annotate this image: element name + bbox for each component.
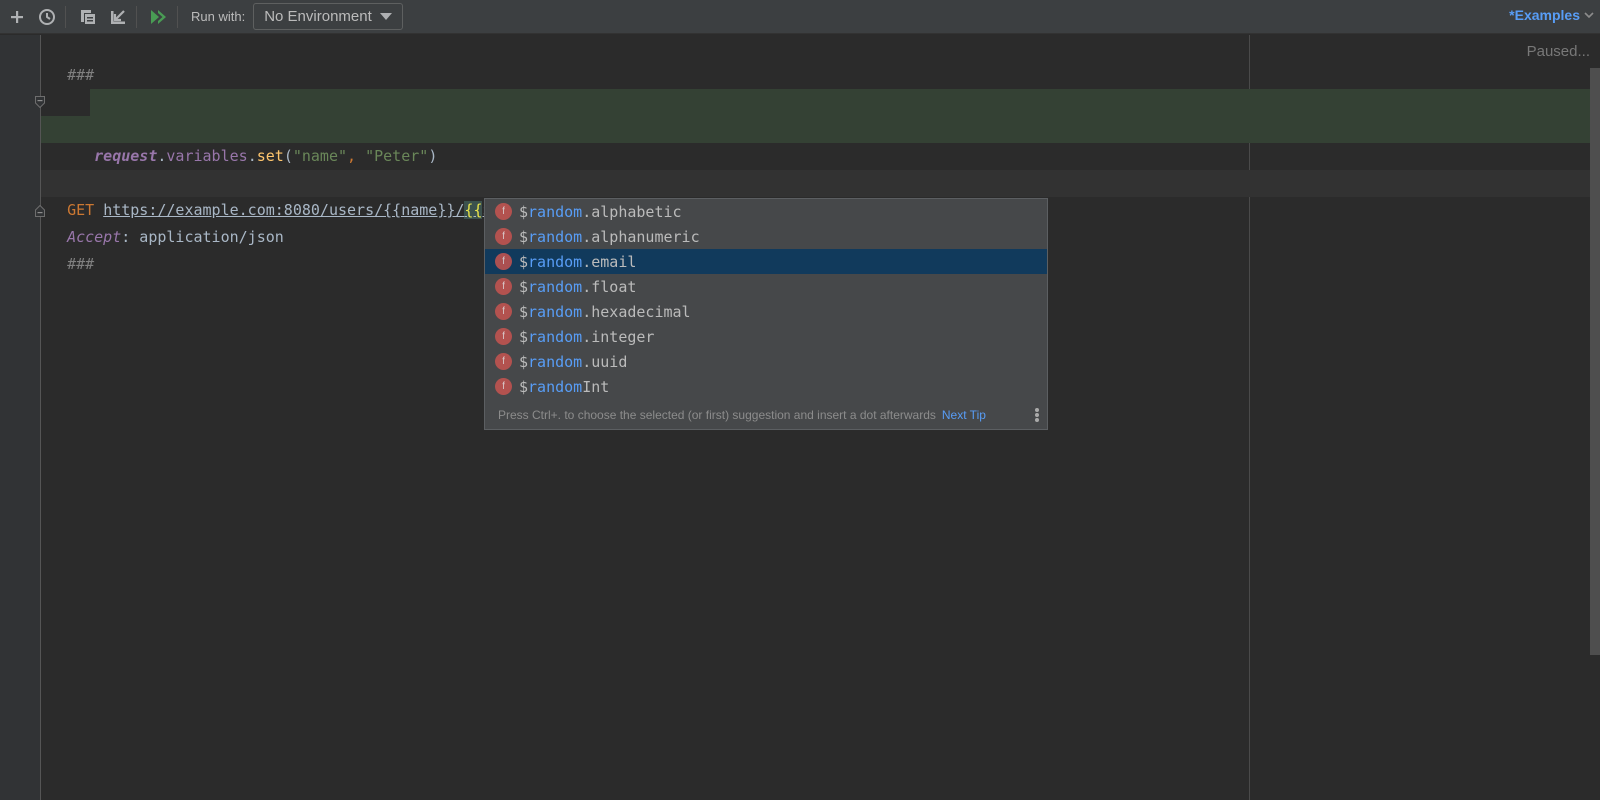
function-icon: f bbox=[495, 353, 512, 370]
fold-end-icon[interactable] bbox=[35, 205, 45, 217]
chevron-down-icon bbox=[1584, 12, 1594, 19]
completion-footer: Press Ctrl+. to choose the selected (or … bbox=[485, 401, 1047, 429]
completion-suffix: .uuid bbox=[582, 352, 628, 371]
completion-match: random bbox=[528, 277, 583, 296]
completion-item[interactable]: f $random.uuid bbox=[485, 349, 1047, 374]
completion-prefix: $ bbox=[519, 202, 529, 221]
completion-prefix: $ bbox=[519, 352, 529, 371]
editor-gutter[interactable] bbox=[0, 35, 41, 800]
completion-item-label: $random.alphabetic bbox=[519, 203, 682, 221]
environment-selected-value: No Environment bbox=[264, 8, 372, 25]
completion-item[interactable]: f $random.alphabetic bbox=[485, 199, 1047, 224]
completion-item-selected[interactable]: f $random.email bbox=[485, 249, 1047, 274]
copy-icon bbox=[81, 9, 95, 24]
toolbar-separator bbox=[136, 5, 137, 28]
completion-prefix: $ bbox=[519, 302, 529, 321]
completion-match: random bbox=[528, 352, 583, 371]
kebab-dot-icon bbox=[1035, 418, 1039, 422]
completion-match: random bbox=[528, 302, 583, 321]
completion-match: random bbox=[528, 377, 583, 396]
file-selector[interactable]: *Examples bbox=[1509, 7, 1594, 23]
vertical-scrollbar[interactable] bbox=[1590, 68, 1600, 655]
toolbar-separator bbox=[177, 5, 178, 28]
import-button[interactable] bbox=[105, 4, 131, 30]
environment-select[interactable]: No Environment bbox=[253, 3, 404, 30]
function-icon: f bbox=[495, 328, 512, 345]
more-options-button[interactable] bbox=[1035, 408, 1039, 422]
fold-collapse-icon[interactable] bbox=[35, 96, 45, 108]
history-button[interactable] bbox=[34, 4, 60, 30]
function-icon: f bbox=[495, 278, 512, 295]
completion-item[interactable]: f $random.integer bbox=[485, 324, 1047, 349]
completion-prefix: $ bbox=[519, 377, 529, 396]
add-request-button[interactable] bbox=[4, 4, 30, 30]
function-icon: f bbox=[495, 378, 512, 395]
toolbar: Run with: No Environment *Examples bbox=[0, 0, 1600, 34]
completion-prefix: $ bbox=[519, 227, 529, 246]
function-icon: f bbox=[495, 228, 512, 245]
function-icon: f bbox=[495, 203, 512, 220]
toolbar-separator bbox=[65, 5, 66, 28]
convert-button[interactable] bbox=[75, 4, 101, 30]
file-title: *Examples bbox=[1509, 7, 1580, 23]
import-icon bbox=[111, 9, 125, 24]
completion-item-label: $random.hexadecimal bbox=[519, 303, 691, 321]
code-line[interactable]: request.variables.set("name", "Peter") bbox=[41, 116, 1590, 165]
completion-suffix: .float bbox=[582, 277, 637, 296]
completion-item[interactable]: f $random.hexadecimal bbox=[485, 299, 1047, 324]
code-line-current[interactable]: GET https://example.com:8080/users/{{nam… bbox=[41, 170, 1590, 219]
completion-item-label: $randomInt bbox=[519, 378, 609, 396]
completion-prefix: $ bbox=[519, 252, 529, 271]
completion-item-label: $random.uuid bbox=[519, 353, 627, 371]
completion-match: random bbox=[528, 327, 583, 346]
completion-item[interactable]: f $random.float bbox=[485, 274, 1047, 299]
completion-item[interactable]: f $random.alphanumeric bbox=[485, 224, 1047, 249]
dropdown-caret-icon bbox=[380, 13, 393, 20]
kebab-dot-icon bbox=[1035, 413, 1039, 417]
completion-item-label: $random.integer bbox=[519, 328, 654, 346]
completion-suffix: .email bbox=[582, 252, 637, 271]
completion-item-label: $random.email bbox=[519, 253, 636, 271]
completion-match: random bbox=[528, 227, 583, 246]
request-separator: ### bbox=[67, 66, 95, 84]
completion-suffix: Int bbox=[582, 377, 610, 396]
function-icon: f bbox=[495, 303, 512, 320]
completion-suffix: .hexadecimal bbox=[582, 302, 691, 321]
code-line[interactable]: ### bbox=[41, 35, 1590, 84]
function-icon: f bbox=[495, 253, 512, 270]
history-icon bbox=[39, 8, 55, 25]
completion-tip: Press Ctrl+. to choose the selected (or … bbox=[498, 408, 936, 422]
kebab-dot-icon bbox=[1035, 408, 1039, 412]
injected-script-highlight bbox=[90, 89, 1590, 116]
completion-prefix: $ bbox=[519, 327, 529, 346]
next-tip-link[interactable]: Next Tip bbox=[942, 408, 986, 422]
run-all-button[interactable] bbox=[146, 4, 172, 30]
completion-match: random bbox=[528, 202, 583, 221]
completion-item[interactable]: f $randomInt bbox=[485, 374, 1047, 399]
completion-item-label: $random.alphanumeric bbox=[519, 228, 700, 246]
code-line[interactable]: %} bbox=[41, 143, 1590, 192]
completion-popup: f $random.alphabetic f $random.alphanumeric… bbox=[484, 198, 1048, 430]
code-line[interactable]: < {% bbox=[41, 89, 1590, 138]
completion-suffix: .alphabetic bbox=[582, 202, 682, 221]
completion-suffix: .integer bbox=[582, 327, 655, 346]
completion-prefix: $ bbox=[519, 277, 529, 296]
add-icon bbox=[11, 10, 23, 23]
completion-match: random bbox=[528, 252, 583, 271]
run-all-icon bbox=[151, 9, 166, 24]
completion-item-label: $random.float bbox=[519, 278, 636, 296]
completion-suffix: .alphanumeric bbox=[582, 227, 700, 246]
run-with-label: Run with: bbox=[191, 9, 246, 24]
request-separator: ### bbox=[67, 255, 95, 273]
